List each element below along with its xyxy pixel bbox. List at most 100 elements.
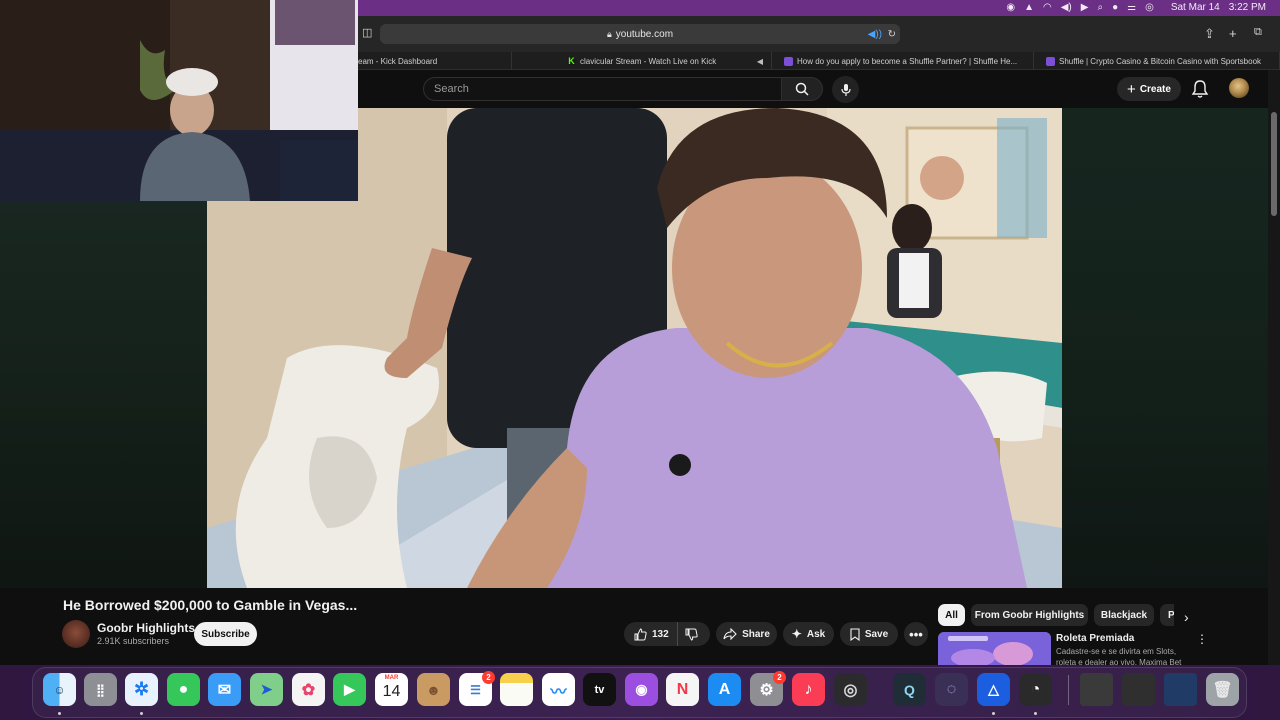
reload-icon[interactable]: ↻: [888, 29, 896, 40]
running-indicator: [1034, 712, 1037, 715]
recommendation-chips: All From Goobr Highlights Blackjack Poke…: [938, 604, 1174, 626]
account-avatar[interactable]: [1229, 78, 1249, 98]
calendar-month: MAR: [384, 675, 399, 681]
ask-button[interactable]: ✦ Ask: [783, 622, 834, 646]
music-icon[interactable]: ♪: [792, 673, 825, 706]
notifications-bell-icon[interactable]: [1191, 79, 1209, 99]
search-icon: [795, 82, 809, 96]
channel-avatar[interactable]: [62, 620, 90, 648]
microphone-icon: [840, 83, 851, 96]
more-actions-button[interactable]: •••: [904, 622, 928, 646]
thumbs-up-icon: [634, 627, 647, 640]
user-switch-icon[interactable]: ●: [1112, 0, 1118, 16]
plus-icon: +: [1127, 80, 1136, 98]
subscriber-count: 2.91K subscribers: [97, 636, 170, 646]
tab-overview-icon[interactable]: ⧉: [1254, 26, 1262, 39]
arc-browser-icon[interactable]: ◌: [935, 673, 968, 706]
chip-from-channel[interactable]: From Goobr Highlights: [971, 604, 1088, 626]
wifi-icon[interactable]: ◠: [1043, 0, 1052, 16]
tab-label: Shuffle | Crypto Casino & Bitcoin Casino…: [1059, 56, 1262, 66]
voice-search-button[interactable]: [832, 76, 859, 103]
chip-all[interactable]: All: [938, 604, 965, 626]
tv-label: tv: [594, 683, 605, 696]
tab-kick-dashboard[interactable]: eam - Kick Dashboard: [352, 52, 512, 70]
facetime-icon[interactable]: ▶: [333, 673, 366, 706]
create-button[interactable]: + Create: [1117, 77, 1181, 101]
photos-icon[interactable]: ✿: [292, 673, 325, 706]
quicktime-icon[interactable]: Q: [893, 673, 926, 706]
thumbnail-art: [938, 632, 1051, 665]
menu-bar-time[interactable]: 3:22 PM: [1229, 0, 1266, 16]
dislike-button[interactable]: [678, 622, 706, 646]
maps-icon[interactable]: ➤: [250, 673, 283, 706]
share-icon[interactable]: ⇪: [1204, 26, 1215, 42]
subscribe-button[interactable]: Subscribe: [194, 622, 257, 646]
siri-icon[interactable]: ◎: [1145, 0, 1154, 16]
new-tab-icon[interactable]: +: [1229, 26, 1237, 41]
minimized-window-thumbnail[interactable]: [1080, 673, 1113, 706]
trash-icon[interactable]: 🗑︎: [1206, 673, 1239, 706]
scrollbar-thumb[interactable]: [1271, 112, 1277, 216]
search-placeholder: Search: [434, 83, 469, 95]
apple-tv-icon[interactable]: tv: [583, 673, 616, 706]
tab-label: How do you apply to become a Shuffle Par…: [797, 56, 1018, 66]
control-center-icon[interactable]: ⚌: [1127, 0, 1136, 16]
launchpad-icon[interactable]: ⣿: [84, 673, 117, 706]
channel-name[interactable]: Goobr Highlights: [97, 621, 195, 635]
contacts-icon[interactable]: ☻: [417, 673, 450, 706]
disk-utility-icon[interactable]: ◎: [834, 673, 867, 706]
share-button[interactable]: Share: [716, 622, 777, 646]
sidebar-toggle-icon[interactable]: ◫: [362, 26, 372, 39]
spotlight-icon[interactable]: ⌕: [1097, 0, 1103, 16]
page-background-right: [1062, 108, 1268, 588]
vpn-icon[interactable]: ▲: [1024, 0, 1034, 16]
address-bar[interactable]: 🔒︎ youtube.com ◀)) ↻: [380, 24, 900, 44]
mail-icon[interactable]: ✉: [208, 673, 241, 706]
dock-separator: [1068, 675, 1069, 705]
search-input[interactable]: Search: [423, 77, 781, 101]
tab-shuffle-partner[interactable]: How do you apply to become a Shuffle Par…: [772, 52, 1034, 70]
running-indicator: [992, 712, 995, 715]
create-label: Create: [1139, 83, 1171, 95]
safari-icon[interactable]: ✲: [125, 673, 158, 706]
minimized-window-thumbnail[interactable]: [1122, 673, 1155, 706]
play-icon[interactable]: ▶: [1081, 0, 1089, 16]
audio-playing-icon[interactable]: ◀)): [868, 29, 882, 40]
more-vertical-icon[interactable]: ⋮: [1196, 632, 1208, 646]
recommendation-thumbnail[interactable]: [938, 632, 1051, 665]
kick-favicon-icon: K: [567, 56, 576, 66]
save-label: Save: [864, 628, 889, 640]
news-icon[interactable]: N: [666, 673, 699, 706]
reminders-badge: 2: [482, 671, 495, 684]
chip-poker[interactable]: Poker: [1160, 604, 1174, 626]
recommendation-title[interactable]: Roleta Premiada: [1056, 633, 1134, 644]
tab-label: clavicular Stream - Watch Live on Kick: [580, 56, 717, 66]
chevron-right-icon[interactable]: ›: [1184, 609, 1189, 625]
proton-vpn-icon[interactable]: △: [977, 673, 1010, 706]
like-button[interactable]: 132: [624, 622, 678, 646]
notes-icon[interactable]: [500, 673, 533, 706]
menu-bar-date[interactable]: Sat Mar 14: [1171, 0, 1220, 16]
tab-kick-stream[interactable]: K clavicular Stream - Watch Live on Kick…: [512, 52, 772, 70]
minimized-window-thumbnail[interactable]: [1164, 673, 1197, 706]
shuffle-favicon-icon: [1046, 56, 1055, 66]
tab-shuffle-casino[interactable]: Shuffle | Crypto Casino & Bitcoin Casino…: [1034, 52, 1280, 70]
webcam-feed: [0, 0, 358, 201]
messages-icon[interactable]: ●: [167, 673, 200, 706]
more-horizontal-icon: •••: [909, 626, 923, 642]
tab-audio-icon[interactable]: ◀: [757, 57, 763, 66]
podcasts-icon[interactable]: ◉: [625, 673, 658, 706]
save-button[interactable]: Save: [840, 622, 898, 646]
app-store-icon[interactable]: A: [708, 673, 741, 706]
video-title: He Borrowed $200,000 to Gamble in Vegas.…: [63, 597, 358, 613]
finder-icon[interactable]: ☺: [43, 673, 76, 706]
chip-blackjack[interactable]: Blackjack: [1094, 604, 1154, 626]
volume-icon[interactable]: ◀): [1061, 0, 1072, 16]
tab-label: eam - Kick Dashboard: [358, 56, 438, 66]
webcam-overlay: [0, 0, 358, 201]
freeform-icon[interactable]: 〰: [542, 673, 575, 706]
screen-record-icon[interactable]: ◉: [1006, 0, 1015, 16]
search-button[interactable]: [781, 77, 823, 101]
obs-icon[interactable]: ◔: [1019, 673, 1052, 706]
shuffle-favicon-icon: [784, 56, 793, 66]
